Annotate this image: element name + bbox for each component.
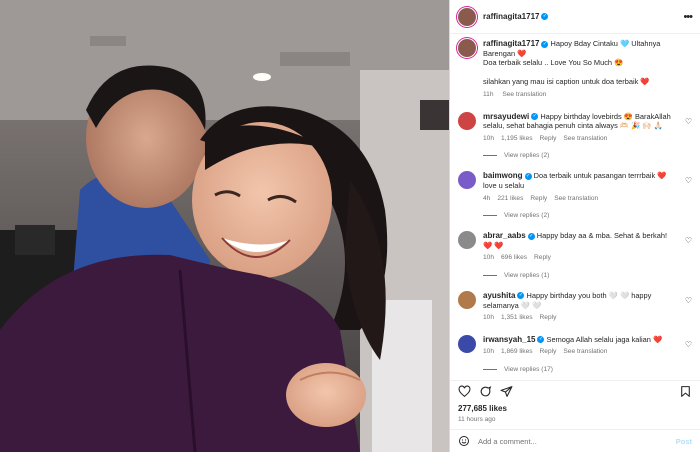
comment-text: Semoga Allah selalu jaga kalian ❤️ (546, 334, 663, 344)
caption-text-2: Doa terbaik selalu .. Love You So Much 😍 (483, 58, 624, 68)
commenter-avatar[interactable] (458, 111, 476, 130)
comment-like-heart-icon[interactable]: ♡ (685, 296, 692, 305)
comment-like-heart-icon[interactable]: ♡ (685, 340, 692, 349)
more-horizontal-icon[interactable]: ••• (683, 11, 693, 23)
comment-likes[interactable]: 1,869 likes (501, 348, 533, 355)
view-replies-label[interactable]: View replies (1) (504, 272, 549, 279)
see-translation-link[interactable]: See translation (563, 348, 607, 355)
reply-link[interactable]: Reply (540, 314, 557, 321)
reply-link[interactable]: Reply (530, 195, 547, 202)
author-username[interactable]: raffinagita1717 (483, 12, 539, 21)
verified-badge-icon: ✓ (541, 13, 549, 20)
save-bookmark-icon[interactable] (679, 385, 692, 398)
replies-line-icon (483, 155, 497, 157)
view-replies-link[interactable]: View replies (17) (483, 366, 692, 373)
post-image (0, 0, 449, 452)
verified-badge-icon: ✓ (541, 40, 549, 48)
view-replies-label[interactable]: View replies (17) (504, 366, 553, 373)
commenter-avatar[interactable] (458, 171, 476, 190)
commenter-username[interactable]: ayushita (483, 291, 515, 300)
comment-time: 10h (483, 254, 495, 262)
comment-time: 10h (483, 134, 495, 142)
comments-list[interactable]: raffinagita1717 ✓ Hapoy Bday Cintaku 🩵 Ul… (450, 34, 700, 380)
commenter-username[interactable]: abrar_aabs (483, 231, 526, 240)
post-photo[interactable] (0, 0, 449, 452)
see-translation-link[interactable]: See translation (563, 135, 607, 142)
caption-username[interactable]: raffinagita1717 (483, 39, 539, 48)
commenter-avatar[interactable] (458, 231, 476, 250)
comment-like-heart-icon[interactable]: ♡ (685, 117, 692, 126)
reply-link[interactable]: Reply (540, 135, 557, 142)
view-replies-label[interactable]: View replies (2) (504, 212, 549, 219)
verified-badge-icon: ✓ (524, 172, 532, 180)
comment-time: 10h (483, 348, 495, 356)
comment-likes[interactable]: 1,195 likes (501, 135, 533, 142)
commenter-username[interactable]: irwansyah_15 (483, 335, 535, 344)
caption: raffinagita1717 ✓ Hapoy Bday Cintaku 🩵 Ul… (458, 39, 692, 100)
post-panel: raffinagita1717 ✓ ••• raffinagita1717 ✓ H… (449, 0, 700, 452)
commenter-avatar[interactable] (458, 290, 476, 309)
commenter-username[interactable]: baimwong (483, 171, 523, 180)
verified-badge-icon: ✓ (517, 292, 525, 300)
caption-avatar[interactable] (458, 39, 476, 57)
comment-likes[interactable]: 696 likes (501, 254, 527, 261)
comment-item: baimwong ✓ Doa terbaik untuk pasangan ter… (458, 171, 692, 203)
comment-item: ayushita ✓ Happy birthday you both 🤍 🤍 ha… (458, 290, 692, 323)
add-comment-row: Add a comment... Post (450, 429, 700, 452)
verified-badge-icon: ✓ (531, 113, 539, 121)
replies-line-icon (483, 368, 497, 370)
commenter-avatar[interactable] (458, 334, 476, 353)
like-heart-icon[interactable] (458, 385, 471, 398)
view-replies-label[interactable]: View replies (2) (504, 152, 549, 159)
see-translation-link[interactable]: See translation (554, 195, 598, 202)
comment-bubble-icon[interactable] (479, 385, 492, 398)
verified-badge-icon: ✓ (527, 232, 535, 240)
like-count[interactable]: 277,685 likes (450, 404, 700, 413)
view-replies-link[interactable]: View replies (2) (483, 212, 692, 219)
replies-line-icon (483, 274, 497, 276)
comment-time: 10h (483, 314, 495, 322)
view-replies-link[interactable]: View replies (2) (483, 152, 692, 159)
action-bar (450, 380, 700, 402)
comment-like-heart-icon[interactable]: ♡ (685, 236, 692, 245)
verified-badge-icon: ✓ (537, 336, 545, 344)
reply-link[interactable]: Reply (540, 348, 557, 355)
author-avatar[interactable] (458, 7, 476, 26)
comment-time: 4h (483, 194, 491, 202)
commenter-username[interactable]: mrsayudewi (483, 112, 529, 121)
caption-time: 11h (483, 90, 494, 98)
share-send-icon[interactable] (500, 385, 513, 398)
replies-line-icon (483, 215, 497, 217)
add-comment-input[interactable]: Add a comment... (478, 437, 537, 446)
reply-link[interactable]: Reply (534, 254, 551, 261)
view-replies-link[interactable]: View replies (1) (483, 272, 692, 279)
see-translation-link[interactable]: See translation (502, 91, 546, 98)
post-time: 11 hours ago (458, 416, 496, 423)
comment-like-heart-icon[interactable]: ♡ (685, 176, 692, 185)
comment-item: abrar_aabs ✓ Happy bday aa & mba. Sehat &… (458, 231, 692, 263)
comment-likes[interactable]: 1,351 likes (501, 314, 533, 321)
caption-text-3: silahkan yang mau isi caption untuk doa … (483, 77, 650, 87)
emoji-icon[interactable] (458, 435, 470, 447)
comment-likes[interactable]: 221 likes (497, 195, 523, 202)
comment-item: mrsayudewi ✓ Happy birthday lovebirds 😍 B… (458, 111, 692, 144)
comment-item: irwansyah_15 ✓ Semoga Allah selalu jaga k… (458, 334, 692, 357)
post-comment-button[interactable]: Post (676, 437, 692, 446)
post-header: raffinagita1717 ✓ ••• (450, 0, 700, 34)
